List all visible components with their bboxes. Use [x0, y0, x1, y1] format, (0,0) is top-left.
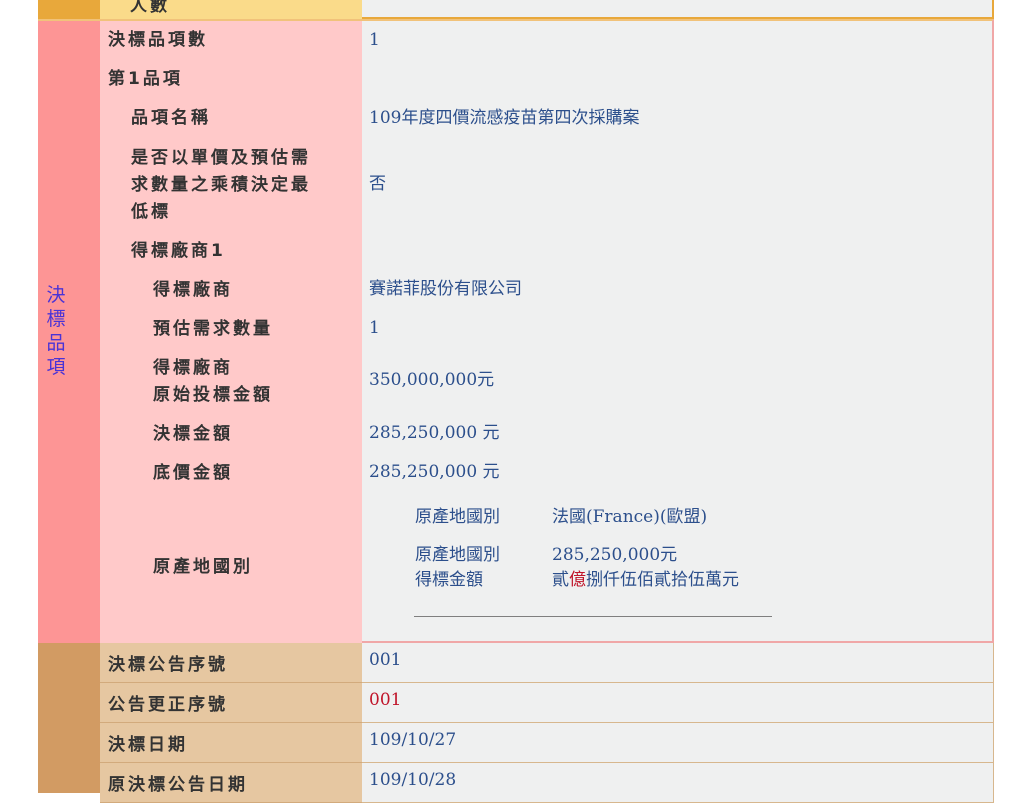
- vendor-label: 得標廠商: [153, 280, 233, 300]
- quantity-label: 預估需求數量: [153, 319, 273, 339]
- floor-price-label: 底價金額: [153, 463, 233, 483]
- unit-price-value: 否: [369, 174, 386, 194]
- unit-price-label: 是否以單價及預估需 求數量之乘積決定最 低標: [131, 148, 311, 222]
- origin-country-sub-label: 原產地國別: [415, 507, 500, 527]
- announcement-serial-label-cell: 決標公告序號: [100, 643, 362, 683]
- origin-divider: [414, 616, 772, 617]
- correction-serial-label: 公告更正序號: [108, 695, 228, 715]
- top-row-label-text: 人數: [130, 0, 170, 16]
- announcement-serial-label: 決標公告序號: [108, 655, 228, 675]
- award-date-label-cell: 決標日期: [100, 723, 362, 763]
- award-date-value: 109/10/27: [369, 730, 457, 750]
- correction-serial-value: 001: [369, 690, 402, 710]
- award-date-value-cell: 109/10/27: [362, 723, 994, 763]
- origin-country-label: 原產地國別: [153, 557, 253, 577]
- original-bid-value: 350,000,000元: [369, 370, 495, 390]
- award-amount-value: 285,250,000 元: [369, 423, 500, 443]
- floor-price-value: 285,250,000 元: [369, 462, 500, 482]
- original-bid-label: 得標廠商 原始投標金額: [153, 358, 273, 405]
- award-amount-label: 決標金額: [153, 424, 233, 444]
- correction-serial-label-cell: 公告更正序號: [100, 683, 362, 723]
- announcement-sidebar: [38, 643, 100, 793]
- vendor-value: 賽諾菲股份有限公司: [369, 279, 522, 299]
- item-count-label: 決標品項數: [108, 30, 208, 50]
- item-name-label: 品項名稱: [131, 108, 211, 128]
- award-date-label: 決標日期: [108, 735, 188, 755]
- item-header: 第1品項: [108, 69, 183, 89]
- vendor-header: 得標廠商1: [131, 241, 226, 261]
- section-sidebar-top: [38, 0, 100, 19]
- item-count-value: 1: [369, 30, 380, 50]
- original-announcement-date-label-cell: 原決標公告日期: [100, 763, 362, 803]
- top-row-label: 人數: [100, 0, 362, 19]
- original-announcement-date-label: 原決標公告日期: [108, 775, 248, 795]
- top-row-value: [362, 0, 994, 19]
- origin-amount-sub-label: 原產地國別 得標金額: [415, 545, 500, 590]
- origin-amount-sub-value: 285,250,000元 貳億捌仟伍佰貳拾伍萬元: [552, 543, 739, 593]
- origin-country-sub-value: 法國(France)(歐盟): [552, 507, 708, 527]
- announcement-serial-value: 001: [369, 650, 402, 670]
- announcement-serial-value-cell: 001: [362, 643, 994, 683]
- original-announcement-date-value-cell: 109/10/28: [362, 763, 994, 803]
- original-announcement-date-value: 109/10/28: [369, 770, 457, 790]
- item-name-value: 109年度四價流感疫苗第四次採購案: [369, 108, 640, 128]
- origin-amount-in-words: 貳億捌仟伍佰貳拾伍萬元: [552, 570, 739, 590]
- quantity-value: 1: [369, 318, 380, 338]
- correction-serial-value-cell: 001: [362, 683, 994, 723]
- award-items-section-title: 決 標 品 項: [46, 284, 66, 378]
